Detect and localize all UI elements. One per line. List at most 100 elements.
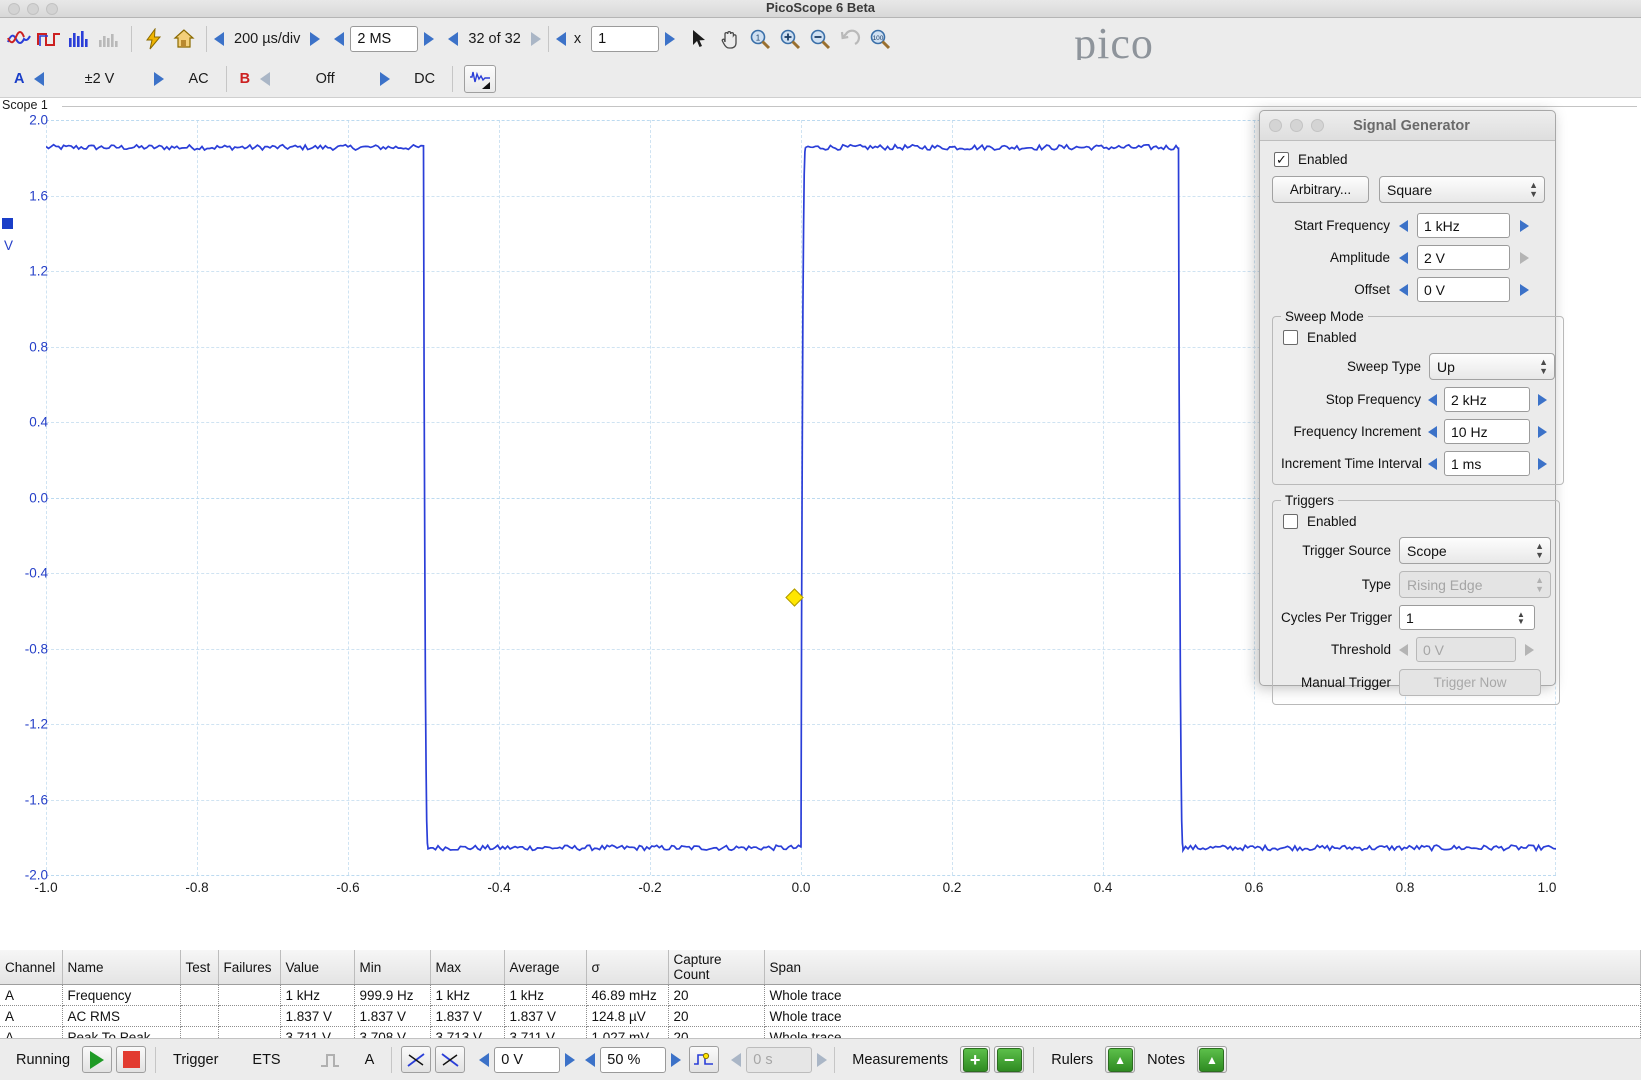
measurements-table-container[interactable]: Channel Name Test Failures Value Min Max Averag…	[0, 950, 1641, 1048]
sweep-enabled-checkbox[interactable]	[1283, 330, 1298, 345]
frequency-increment-input[interactable]: 10 Hz	[1444, 419, 1530, 444]
zoom-out-icon[interactable]	[805, 24, 835, 54]
table-header-cell[interactable]: Capture Count	[668, 950, 765, 985]
falling-edge-icon[interactable]	[435, 1046, 466, 1073]
trigger-now-button[interactable]: Trigger Now	[1399, 669, 1541, 696]
amplitude-decrement[interactable]	[1399, 251, 1408, 264]
cycles-stepper[interactable]: ▲ ▼	[1517, 610, 1525, 625]
siggen-enabled-row[interactable]: ✓ Enabled	[1274, 152, 1545, 167]
samples-next-button[interactable]	[424, 32, 435, 46]
trigger-source-row[interactable]: Trigger Source Scope ▲ ▼	[1281, 537, 1551, 564]
notes-icon[interactable]: ▲	[1196, 1046, 1227, 1073]
timebase-value[interactable]: 200 µs/div	[224, 31, 310, 47]
increment-time-increment[interactable]	[1538, 457, 1547, 470]
offset-decrement[interactable]	[1399, 283, 1408, 296]
table-header-cell[interactable]: Min	[354, 950, 431, 985]
waveform-icon[interactable]	[4, 24, 34, 54]
spectrum-icon[interactable]	[64, 24, 94, 54]
offset-input[interactable]: 0 V	[1417, 277, 1510, 302]
sg-close-button[interactable]	[1269, 119, 1282, 132]
frequency-increment-increment[interactable]	[1538, 425, 1547, 438]
start-frequency-decrement[interactable]	[1399, 219, 1408, 232]
siggen-enabled-checkbox[interactable]: ✓	[1274, 152, 1289, 167]
pretrigger-next-button[interactable]	[671, 1052, 682, 1067]
zoom-prev-button[interactable]	[555, 32, 566, 46]
start-frequency-row[interactable]: Start Frequency 1 kHz	[1272, 213, 1545, 238]
sg-zoom-button[interactable]	[1311, 119, 1324, 132]
trigger-source-select[interactable]: Scope ▲ ▼	[1399, 537, 1551, 564]
remove-icon[interactable]: −	[994, 1046, 1025, 1073]
channel-b-range-next[interactable]	[380, 71, 391, 86]
start-frequency-input[interactable]: 1 kHz	[1417, 213, 1510, 238]
pretrigger-prev-button[interactable]	[585, 1052, 596, 1067]
table-header-cell[interactable]: Average	[504, 950, 587, 985]
signal-generator-panel[interactable]: Signal Generator ✓ Enabled Arbitrary... …	[1259, 110, 1564, 705]
timebase-next-button[interactable]	[310, 32, 321, 46]
threshold-decrement[interactable]	[1399, 643, 1408, 656]
start-frequency-increment[interactable]	[1520, 219, 1529, 232]
increment-time-decrement[interactable]	[1428, 457, 1437, 470]
zoom-100-icon[interactable]: 100	[865, 24, 895, 54]
frequency-increment-decrement[interactable]	[1428, 425, 1437, 438]
offset-row[interactable]: Offset 0 V	[1272, 277, 1545, 302]
manual-trigger-row[interactable]: Manual Trigger Trigger Now	[1281, 669, 1551, 696]
channel-a-range-prev[interactable]	[34, 71, 45, 86]
threshold-increment[interactable]	[1525, 643, 1534, 656]
buffer-next-button[interactable]	[530, 32, 541, 46]
play-icon[interactable]	[82, 1046, 113, 1073]
trigger-delay-field[interactable]: 0 s	[746, 1046, 813, 1073]
stop-frequency-input[interactable]: 2 kHz	[1444, 387, 1530, 412]
threshold-prev-button[interactable]	[479, 1052, 490, 1067]
pointer-icon[interactable]	[685, 24, 715, 54]
arbitrary-button[interactable]: Arbitrary...	[1272, 176, 1369, 203]
table-row[interactable]: A Frequency 1 kHz 999.9 Hz 1 kHz 1 kHz 46.89 m…	[0, 984, 1641, 1006]
advanced-trigger-icon[interactable]	[689, 1046, 720, 1073]
threshold-input[interactable]: 0 V	[1416, 637, 1516, 662]
table-row[interactable]: A AC RMS 1.837 V 1.837 V 1.837 V 1.837 V 124.8…	[0, 1005, 1641, 1027]
threshold-next-button[interactable]	[565, 1052, 576, 1067]
lightning-icon[interactable]	[139, 24, 169, 54]
amplitude-input[interactable]: 2 V	[1417, 245, 1510, 270]
channel-b-range-prev[interactable]	[260, 71, 271, 86]
delay-next-button[interactable]	[817, 1052, 828, 1067]
stop-frequency-increment[interactable]	[1538, 393, 1547, 406]
add-icon[interactable]: +	[960, 1046, 991, 1073]
rising-edge-icon[interactable]	[401, 1046, 432, 1073]
sweep-enabled-row[interactable]: Enabled	[1283, 330, 1555, 345]
hand-icon[interactable]	[715, 24, 745, 54]
pretrigger-field[interactable]: 50 %	[600, 1046, 667, 1073]
channel-b-range[interactable]: Off	[270, 71, 380, 87]
table-header-cell[interactable]: Failures	[218, 950, 281, 985]
trigger-threshold-field[interactable]: 0 V	[494, 1046, 561, 1073]
table-header-cell[interactable]: Span	[764, 950, 1641, 985]
window-controls[interactable]	[8, 3, 58, 15]
trigger-channel-label[interactable]: A	[347, 1052, 385, 1068]
channel-a-range[interactable]: ±2 V	[44, 71, 154, 87]
cycles-per-trigger-input[interactable]: 1	[1399, 605, 1535, 630]
triggers-enabled-row[interactable]: Enabled	[1283, 514, 1551, 529]
ets-label[interactable]: ETS	[228, 1052, 290, 1068]
table-header-cell[interactable]: Name	[62, 950, 181, 985]
amplitude-increment[interactable]	[1520, 251, 1529, 264]
signal-generator-title-bar[interactable]: Signal Generator	[1260, 111, 1555, 141]
sweep-type-select[interactable]: Up ▲ ▼	[1429, 353, 1555, 380]
window-close-button[interactable]	[8, 3, 20, 15]
samples-prev-button[interactable]	[334, 32, 345, 46]
trigger-type-select[interactable]: Rising Edge ▲ ▼	[1399, 571, 1551, 598]
amplitude-row[interactable]: Amplitude 2 V	[1272, 245, 1545, 270]
stop-frequency-decrement[interactable]	[1428, 393, 1437, 406]
buffer-prev-button[interactable]	[448, 32, 459, 46]
triggers-enabled-checkbox[interactable]	[1283, 514, 1298, 529]
offset-increment[interactable]	[1520, 283, 1529, 296]
window-minimize-button[interactable]	[27, 3, 39, 15]
timebase-prev-button[interactable]	[214, 32, 224, 46]
sweep-type-row[interactable]: Sweep Type Up ▲ ▼	[1281, 353, 1555, 380]
table-header-cell[interactable]: σ	[586, 950, 669, 985]
channel-b-coupling[interactable]: DC	[390, 71, 445, 87]
square-wave-icon[interactable]	[34, 24, 64, 54]
zoom-in-icon[interactable]	[775, 24, 805, 54]
stop-icon[interactable]	[116, 1046, 147, 1073]
increment-time-input[interactable]: 1 ms	[1444, 451, 1530, 476]
frequency-increment-row[interactable]: Frequency Increment 10 Hz	[1281, 419, 1555, 444]
zoom-multiplier-field[interactable]: 1	[591, 26, 660, 52]
